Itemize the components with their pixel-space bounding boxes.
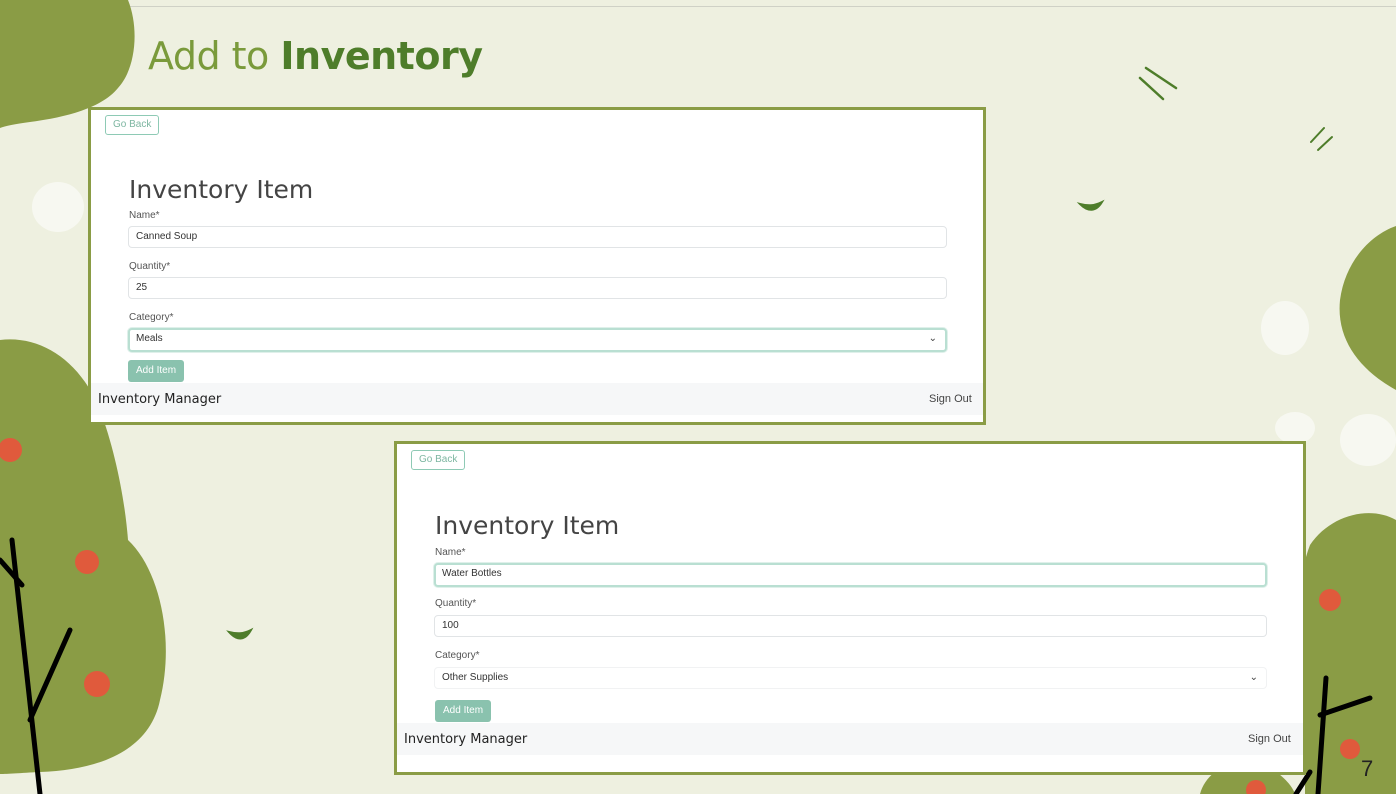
berry <box>84 671 110 697</box>
pale-blob <box>1275 412 1315 444</box>
leaf-mark <box>226 627 254 640</box>
quantity-label: Quantity* <box>435 598 477 609</box>
category-selected-value: Other Supplies <box>442 672 509 683</box>
name-input[interactable]: Canned Soup <box>128 226 947 248</box>
pale-blob <box>1340 414 1396 466</box>
berry <box>1340 739 1360 759</box>
category-select[interactable]: Other Supplies ⌄ <box>434 667 1267 689</box>
category-label: Category* <box>435 650 480 661</box>
sign-out-link[interactable]: Sign Out <box>1248 733 1291 745</box>
pale-blob <box>32 182 84 232</box>
navbar: Inventory Manager Sign Out <box>91 383 983 415</box>
brand-label[interactable]: Inventory Manager <box>98 392 221 407</box>
screenshot-canned-soup: Go Back Inventory Item Name* Canned Soup… <box>88 107 986 425</box>
sign-out-link[interactable]: Sign Out <box>929 393 972 405</box>
add-item-button[interactable]: Add Item <box>435 700 492 722</box>
category-select[interactable]: Meals ⌄ <box>128 328 947 352</box>
pale-blob <box>1261 301 1309 355</box>
slide-title-prefix: Add to <box>148 34 281 78</box>
quantity-input[interactable]: 100 <box>434 615 1267 637</box>
navbar: Inventory Manager Sign Out <box>397 723 1303 755</box>
bush-right-middle <box>1339 226 1396 390</box>
go-back-button[interactable]: Go Back <box>411 450 466 470</box>
go-back-button[interactable]: Go Back <box>105 115 160 135</box>
berry <box>1319 589 1341 611</box>
add-item-button[interactable]: Add Item <box>128 360 185 382</box>
brand-label[interactable]: Inventory Manager <box>404 732 527 747</box>
dash-mark <box>1310 127 1325 143</box>
name-input[interactable]: Water Bottles <box>434 563 1267 587</box>
name-label: Name* <box>129 210 160 221</box>
berry <box>75 550 99 574</box>
dash-mark <box>1138 76 1165 101</box>
dash-mark <box>1317 136 1333 151</box>
page-number: 7 <box>1361 756 1374 781</box>
slide-title: Add to Inventory <box>148 34 483 78</box>
leaf-mark <box>1076 199 1105 211</box>
chevron-down-icon: ⌄ <box>1249 672 1258 683</box>
chevron-down-icon: ⌄ <box>928 333 937 344</box>
slide-title-bold: Inventory <box>280 34 483 78</box>
quantity-input[interactable]: 25 <box>128 277 947 299</box>
form-title: Inventory Item <box>129 175 314 204</box>
quantity-label: Quantity* <box>129 261 171 272</box>
category-selected-value: Meals <box>136 333 163 344</box>
form-title: Inventory Item <box>435 511 620 540</box>
name-label: Name* <box>435 547 466 558</box>
screenshot-water-bottles: Go Back Inventory Item Name* Water Bottl… <box>394 441 1306 775</box>
category-label: Category* <box>129 312 174 323</box>
dash-mark <box>1144 66 1178 90</box>
